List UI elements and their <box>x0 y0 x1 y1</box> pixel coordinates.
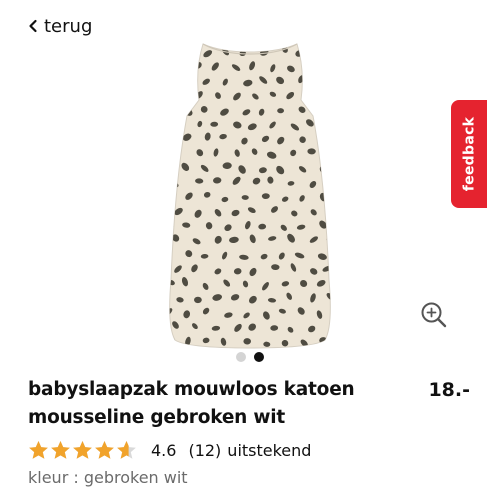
fabric-spot <box>174 148 181 157</box>
fabric-spot <box>317 108 325 116</box>
fabric-spot <box>324 63 331 73</box>
gallery-dot-1[interactable] <box>236 352 246 362</box>
fabric-spot <box>318 50 327 57</box>
fabric-spot <box>185 47 194 54</box>
star-icon <box>73 440 92 459</box>
product-image[interactable] <box>163 40 338 352</box>
feedback-tab[interactable]: feedback <box>451 100 487 208</box>
fabric-spot <box>175 121 183 128</box>
zoom-in-icon[interactable] <box>419 300 449 330</box>
fabric-spot <box>169 195 176 200</box>
product-color: kleur : gebroken wit <box>28 468 188 487</box>
fabric-spot <box>169 137 171 144</box>
rating-value: 4.6 <box>151 440 177 460</box>
fabric-spot <box>169 249 171 257</box>
feedback-label: feedback <box>461 116 477 192</box>
fabric-spot <box>315 80 323 86</box>
star-icon <box>51 440 70 459</box>
gallery-pagination <box>236 352 264 362</box>
chevron-left-icon <box>29 19 37 33</box>
fabric-spot <box>175 64 185 71</box>
fabric-spot <box>277 108 284 114</box>
fabric-spot <box>169 78 176 85</box>
star-icon <box>117 440 136 459</box>
star-icon <box>29 440 48 459</box>
fabric-spot <box>325 90 331 98</box>
fabric-spot <box>325 120 331 128</box>
rating-count: (12) <box>188 440 222 460</box>
back-label: terug <box>44 15 93 37</box>
fabric-spot <box>194 296 202 304</box>
rating-label: uitstekend <box>227 440 312 460</box>
fabric-spot <box>329 180 331 187</box>
fabric-spot <box>308 60 314 69</box>
fabric-spot <box>185 77 193 86</box>
fabric-spot <box>169 163 177 171</box>
fabric-spot <box>169 50 174 58</box>
fabric-spot <box>169 106 177 112</box>
fabric-spot <box>310 89 317 99</box>
fabric-spot <box>327 208 331 216</box>
fabric-spot <box>324 150 331 158</box>
back-link[interactable]: terug <box>28 14 92 38</box>
gallery-dot-2[interactable] <box>254 352 264 362</box>
product-title: babyslaapzak mouwloos katoen mousseline … <box>28 379 355 428</box>
fabric-spot <box>330 325 331 333</box>
rating-stars <box>28 440 137 461</box>
rating-summary[interactable]: 4.6 (12) uitstekend <box>28 437 311 463</box>
product-price: 18.- <box>428 379 470 401</box>
fabric-spot <box>319 137 326 145</box>
star-icon <box>95 440 114 459</box>
fabric-spot <box>175 93 185 100</box>
